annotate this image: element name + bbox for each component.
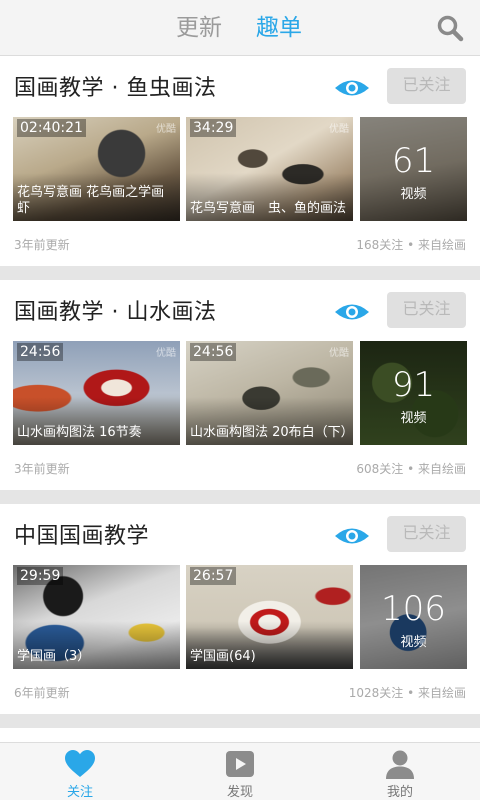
heart-icon xyxy=(65,750,95,777)
nav-discover[interactable]: 发现 xyxy=(160,743,320,800)
updated-time: 3年前更新 xyxy=(14,238,70,252)
video-title: 山水画构图法 16节奏 xyxy=(17,425,142,440)
video-duration: 24:56 xyxy=(17,343,64,361)
follow-button[interactable]: 已关注 xyxy=(387,292,466,328)
video-duration: 24:56 xyxy=(190,343,237,361)
bottom-navigation: 关注 发现 我的 xyxy=(0,742,480,800)
follow-button[interactable]: 已关注 xyxy=(387,516,466,552)
follow-stats: 608关注 • 来自绘画 xyxy=(356,462,466,476)
video-title: 花鸟写意画 虫、鱼的画法 xyxy=(190,201,347,216)
eye-icon xyxy=(335,304,369,320)
user-icon xyxy=(386,750,414,779)
nav-label: 关注 xyxy=(66,785,93,800)
eye-icon xyxy=(335,80,369,96)
nav-follow[interactable]: 关注 xyxy=(0,743,160,800)
video-source-badge: 优酷 xyxy=(329,348,349,359)
playlist-card[interactable]: 中国国画教学 已关注 29:59 学国画（3） 26:57 学国画(64) 10… xyxy=(0,504,480,714)
eye-icon xyxy=(335,528,369,544)
follow-stats: 168关注 • 来自绘画 xyxy=(356,238,466,252)
playlist-count-tile[interactable]: 61 视频 xyxy=(360,117,467,221)
video-title: 学国画(64) xyxy=(190,649,256,664)
video-thumbnail[interactable]: 29:59 学国画（3） xyxy=(13,565,180,669)
video-title: 花鸟写意画 花鸟画之学画虾 xyxy=(17,185,165,216)
video-count-label: 视频 xyxy=(400,187,427,202)
top-bar: 更新 趣单 xyxy=(0,0,480,56)
follow-stats: 1028关注 • 来自绘画 xyxy=(348,686,466,700)
video-count: 61 xyxy=(391,141,436,181)
video-duration: 29:59 xyxy=(17,567,64,585)
updated-time: 3年前更新 xyxy=(14,462,70,476)
nav-label: 发现 xyxy=(226,785,253,800)
follow-button[interactable]: 已关注 xyxy=(387,68,466,104)
search-icon[interactable] xyxy=(436,14,464,42)
video-duration: 34:29 xyxy=(190,119,237,137)
video-source-badge: 优酷 xyxy=(329,124,349,135)
video-duration: 26:57 xyxy=(190,567,237,585)
video-count-label: 视频 xyxy=(400,635,427,650)
video-source-badge: 优酷 xyxy=(156,124,176,135)
playlist-card[interactable]: 国画教学 · 鱼虫画法 已关注 02:40:21 优酷 花鸟写意画 花鸟画之学画… xyxy=(0,56,480,266)
video-duration: 02:40:21 xyxy=(17,119,86,137)
playlist-card[interactable]: 国画教学 · 山水画法 已关注 24:56 优酷 山水画构图法 16节奏 24:… xyxy=(0,280,480,490)
video-thumbnail[interactable]: 26:57 学国画(64) xyxy=(186,565,353,669)
app-screen: 更新 趣单 国画教学 · 鱼虫画法 已关注 02:40:21 优酷 花鸟写意画 … xyxy=(0,0,480,800)
nav-label: 我的 xyxy=(386,785,413,800)
video-count: 91 xyxy=(391,365,436,405)
nav-me[interactable]: 我的 xyxy=(320,743,480,800)
playlist-title: 国画教学 · 山水画法 xyxy=(14,300,217,325)
video-count-label: 视频 xyxy=(400,411,427,426)
playlist-card[interactable] xyxy=(0,728,480,742)
playlist-count-tile[interactable]: 91 视频 xyxy=(360,341,467,445)
video-source-badge: 优酷 xyxy=(156,348,176,359)
video-title: 学国画（3） xyxy=(17,649,91,664)
tab-fun-list[interactable]: 趣单 xyxy=(256,14,302,42)
video-title: 山水画构图法 20布白（下） xyxy=(190,425,353,440)
playlist-feed: 国画教学 · 鱼虫画法 已关注 02:40:21 优酷 花鸟写意画 花鸟画之学画… xyxy=(0,56,480,742)
video-thumbnail[interactable]: 24:56 优酷 山水画构图法 16节奏 xyxy=(13,341,180,445)
tab-update[interactable]: 更新 xyxy=(176,14,222,42)
video-thumbnails: 29:59 学国画（3） 26:57 学国画(64) 106 视频 xyxy=(13,565,467,669)
video-thumbnails: 02:40:21 优酷 花鸟写意画 花鸟画之学画虾 34:29 优酷 花鸟写意画… xyxy=(13,117,467,221)
play-icon xyxy=(226,751,254,777)
updated-time: 6年前更新 xyxy=(14,686,70,700)
video-thumbnail[interactable]: 34:29 优酷 花鸟写意画 虫、鱼的画法 xyxy=(186,117,353,221)
playlist-count-tile[interactable]: 106 视频 xyxy=(360,565,467,669)
playlist-title: 中国国画教学 xyxy=(14,524,150,549)
video-thumbnails: 24:56 优酷 山水画构图法 16节奏 24:56 优酷 山水画构图法 20布… xyxy=(13,341,467,445)
video-thumbnail[interactable]: 02:40:21 优酷 花鸟写意画 花鸟画之学画虾 xyxy=(13,117,180,221)
video-thumbnail[interactable]: 24:56 优酷 山水画构图法 20布白（下） xyxy=(186,341,353,445)
playlist-title: 国画教学 · 鱼虫画法 xyxy=(14,76,217,101)
video-count: 106 xyxy=(381,589,446,629)
